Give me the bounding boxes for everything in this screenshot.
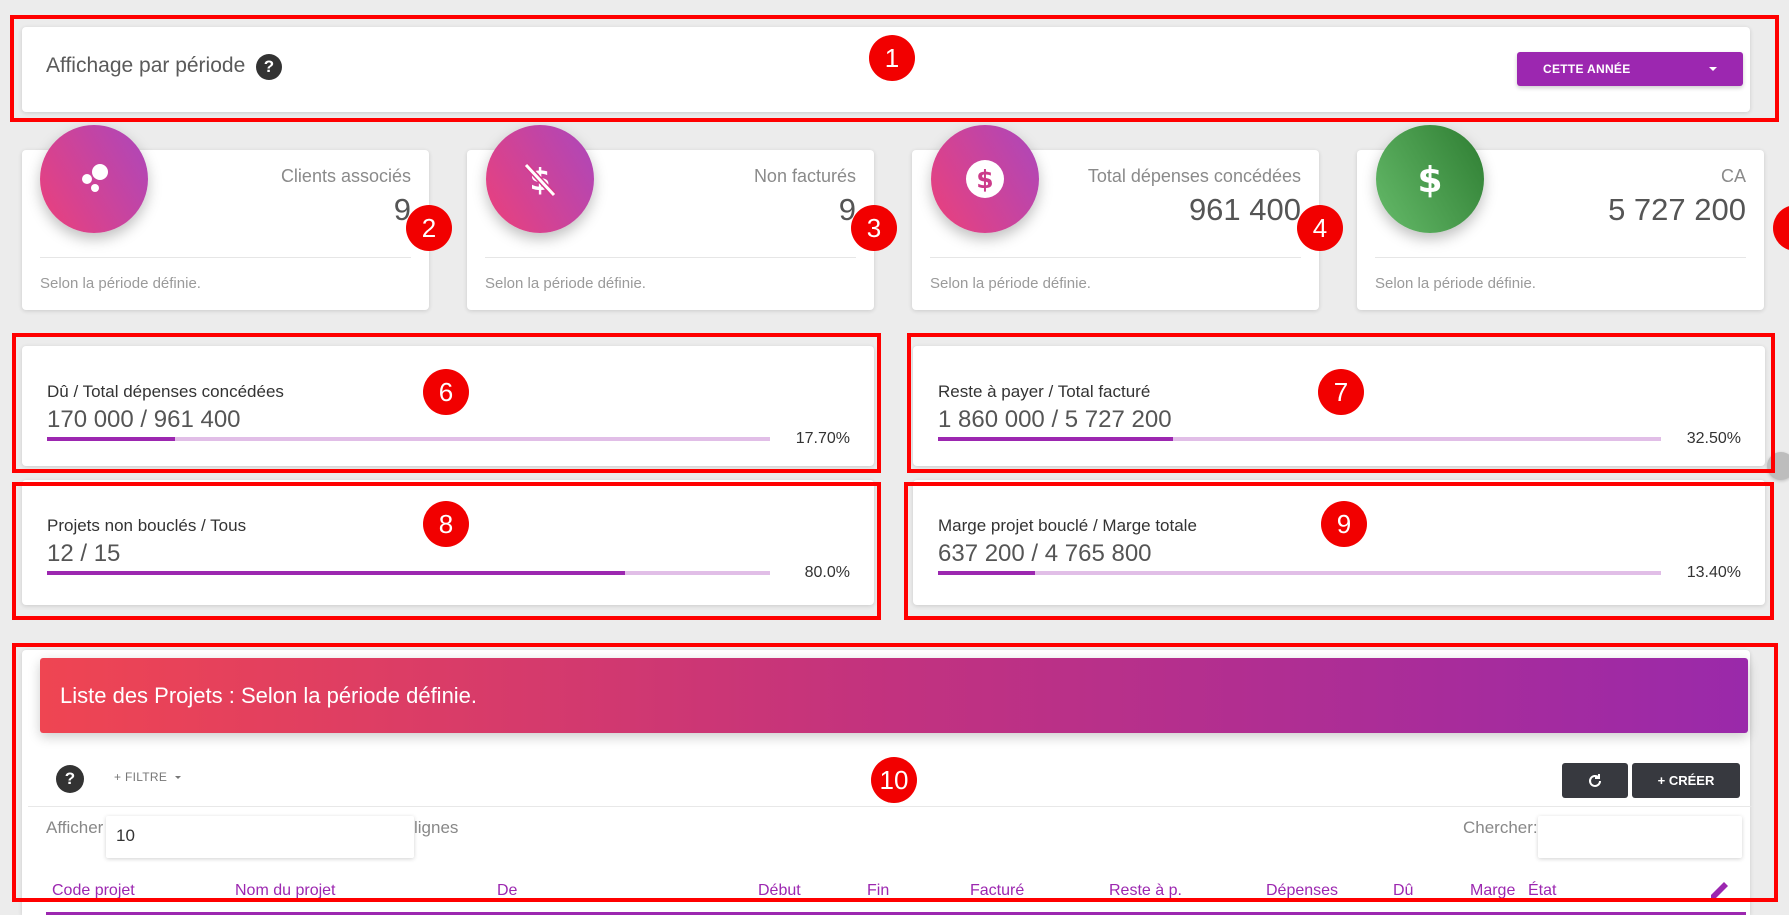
chevron-down-icon bbox=[174, 776, 181, 780]
stat-label: Total dépenses concédées bbox=[1087, 166, 1301, 186]
column-header-marge[interactable]: Marge bbox=[1470, 882, 1515, 900]
divider bbox=[930, 257, 1301, 258]
column-header-reste[interactable]: Reste à p. bbox=[1109, 882, 1182, 900]
column-header-depenses[interactable]: Dépenses bbox=[1266, 882, 1338, 900]
create-button[interactable]: + CRÉER bbox=[1632, 763, 1740, 798]
annotation-badge-9: 9 bbox=[1321, 501, 1367, 547]
progress-label: Reste à payer / Total facturé bbox=[938, 382, 1151, 401]
period-help-icon[interactable]: ? bbox=[256, 54, 282, 80]
stat-value: 5 727 200 bbox=[1608, 192, 1746, 227]
progress-bar bbox=[938, 571, 1661, 575]
progress-percent: 17.70% bbox=[795, 430, 850, 447]
svg-text:$: $ bbox=[976, 165, 993, 194]
period-dropdown-button[interactable]: CETTE ANNÉE bbox=[1517, 52, 1743, 86]
progress-fill bbox=[938, 437, 1173, 441]
rows-show-label: Afficher bbox=[46, 818, 104, 837]
project-list-title: Liste des Projets : Selon la période déf… bbox=[60, 682, 478, 708]
search-label: Chercher: bbox=[1463, 818, 1538, 837]
annotation-badge-10: 10 bbox=[871, 757, 917, 803]
filter-button[interactable]: + FILTRE bbox=[114, 770, 181, 784]
column-header-etat[interactable]: État bbox=[1528, 882, 1556, 900]
column-header-du[interactable]: Dû bbox=[1393, 882, 1413, 900]
annotation-badge-4: 4 bbox=[1297, 205, 1343, 251]
stat-footer: Selon la période définie. bbox=[1375, 275, 1536, 292]
progress-fill bbox=[938, 571, 1035, 575]
progress-bar bbox=[47, 437, 770, 441]
stat-footer: Selon la période définie. bbox=[930, 275, 1091, 292]
period-title: Affichage par période bbox=[46, 54, 246, 77]
column-header-fin[interactable]: Fin bbox=[867, 882, 889, 900]
filter-label: + FILTRE bbox=[114, 770, 168, 784]
progress-value: 1 860 000 / 5 727 200 bbox=[938, 406, 1172, 433]
search-input[interactable] bbox=[1538, 816, 1742, 858]
progress-label: Projets non bouclés / Tous bbox=[47, 516, 247, 535]
stat-value: 961 400 bbox=[1188, 192, 1301, 227]
chevron-down-icon bbox=[1709, 67, 1717, 71]
annotation-badge-5: 5 bbox=[1773, 205, 1789, 251]
edit-pencil-icon[interactable] bbox=[1708, 878, 1732, 902]
progress-value: 170 000 / 961 400 bbox=[47, 406, 241, 433]
annotation-badge-8: 8 bbox=[423, 501, 469, 547]
progress-percent: 13.40% bbox=[1686, 564, 1741, 581]
progress-label: Dû / Total dépenses concédées bbox=[47, 382, 284, 401]
divider bbox=[28, 806, 1753, 807]
dollar-icon: $ bbox=[1376, 125, 1484, 233]
annotation-badge-2: 2 bbox=[406, 205, 452, 251]
column-header-nom[interactable]: Nom du projet bbox=[235, 882, 336, 900]
money-off-icon: $ bbox=[486, 125, 594, 233]
floating-help-icon[interactable] bbox=[1767, 452, 1789, 480]
progress-bar bbox=[938, 437, 1661, 441]
stat-label: Clients associés bbox=[280, 166, 411, 186]
annotation-badge-1: 1 bbox=[869, 35, 915, 81]
progress-bar bbox=[47, 571, 770, 575]
progress-value: 637 200 / 4 765 800 bbox=[938, 540, 1152, 567]
progress-percent: 32.50% bbox=[1686, 430, 1741, 447]
stat-footer: Selon la période définie. bbox=[485, 275, 646, 292]
stat-footer: Selon la période définie. bbox=[40, 275, 201, 292]
annotation-badge-7: 7 bbox=[1318, 369, 1364, 415]
annotation-badge-3: 3 bbox=[851, 205, 897, 251]
stat-label: CA bbox=[1720, 166, 1746, 186]
project-help-icon[interactable]: ? bbox=[56, 765, 84, 793]
progress-fill bbox=[47, 571, 626, 575]
progress-label: Marge projet bouclé / Marge totale bbox=[938, 516, 1197, 535]
dollar-circle-icon: $ bbox=[931, 125, 1039, 233]
annotation-badge-6: 6 bbox=[423, 369, 469, 415]
progress-fill bbox=[47, 437, 175, 441]
svg-text:$: $ bbox=[1417, 160, 1442, 201]
stat-label: Non facturés bbox=[753, 166, 856, 186]
column-header-code[interactable]: Code projet bbox=[52, 882, 135, 900]
divider bbox=[485, 257, 856, 258]
refresh-button[interactable] bbox=[1562, 763, 1628, 798]
column-header-de[interactable]: De bbox=[497, 882, 517, 900]
period-dropdown-label: CETTE ANNÉE bbox=[1543, 62, 1631, 76]
column-header-facture[interactable]: Facturé bbox=[970, 882, 1024, 900]
column-header-debut[interactable]: Début bbox=[758, 882, 801, 900]
progress-percent: 80.0% bbox=[804, 564, 850, 581]
refresh-icon bbox=[1589, 773, 1601, 787]
divider bbox=[1375, 257, 1746, 258]
progress-value: 12 / 15 bbox=[47, 540, 121, 567]
divider bbox=[40, 257, 411, 258]
rows-per-page-input[interactable]: 10 bbox=[106, 816, 414, 858]
project-list-header: Liste des Projets : Selon la période déf… bbox=[40, 658, 1748, 733]
rows-suffix-label: lignes bbox=[414, 818, 459, 837]
bubbles-icon bbox=[40, 125, 148, 233]
